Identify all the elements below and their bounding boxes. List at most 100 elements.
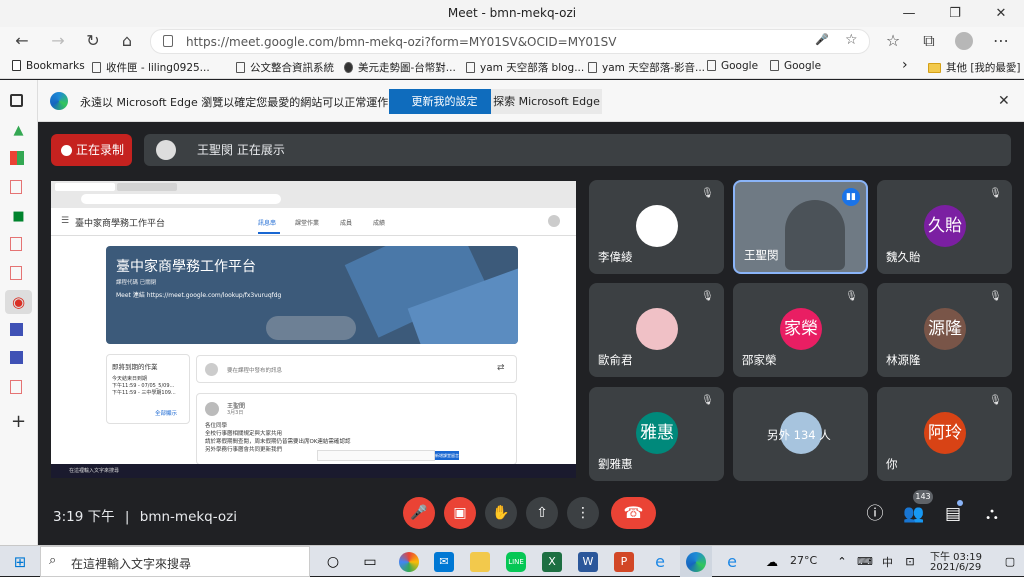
participant-name: 你 bbox=[886, 457, 898, 471]
bookmark-item[interactable]: 公文整合資訊系統 bbox=[236, 60, 334, 75]
ime-indicator[interactable]: 中 bbox=[882, 554, 893, 570]
photos-icon[interactable] bbox=[10, 151, 24, 165]
bookmarks-overflow-icon[interactable]: › bbox=[902, 57, 908, 73]
add-icon[interactable]: + bbox=[10, 413, 27, 431]
meet-icon[interactable]: ■ bbox=[10, 208, 27, 225]
end-call-icon[interactable]: ☎ bbox=[611, 497, 656, 529]
forms-icon[interactable] bbox=[10, 351, 23, 364]
explore-edge-button[interactable]: 探索 Microsoft Edge bbox=[491, 89, 602, 114]
meeting-code: bmn-mekq-ozi bbox=[139, 509, 237, 525]
tab-actions-icon[interactable] bbox=[10, 94, 23, 107]
participant-tile[interactable]: 久貽 🎙 魏久貽 bbox=[877, 180, 1012, 274]
participant-avatar: 家榮 bbox=[780, 308, 822, 350]
excel-icon[interactable]: X bbox=[542, 552, 562, 572]
minimize-button[interactable]: — bbox=[886, 0, 932, 27]
cortana-icon[interactable]: ○ bbox=[323, 552, 343, 572]
network-icon[interactable]: ⌨ bbox=[855, 552, 875, 572]
banner-message: 永遠以 Microsoft Edge 瀏覽以確定您最愛的網站可以正常運作 bbox=[80, 96, 389, 109]
participant-tile[interactable]: 雅惠 🎙 劉雅惠 bbox=[589, 387, 724, 481]
edge-taskbar-icon[interactable] bbox=[686, 552, 706, 572]
collections-icon[interactable]: ⧉ bbox=[918, 30, 940, 52]
bookmark-item[interactable]: Bookmarks bbox=[12, 60, 85, 72]
classroom-tab: 課堂作業 bbox=[295, 220, 320, 227]
drive-icon[interactable]: ▲ bbox=[10, 122, 27, 139]
meeting-details-icon[interactable]: ⓘ bbox=[863, 502, 887, 526]
tray-chevron-icon[interactable]: ⌃ bbox=[832, 552, 852, 572]
participant-tile[interactable]: 阿玲 🎙 你 bbox=[877, 387, 1012, 481]
upcoming-card: 即將到期的作業 今天結束日到期 下午11:59 - 07/05_5/09... … bbox=[106, 354, 190, 424]
bookmark-item[interactable]: yam 天空部落-影音... bbox=[588, 60, 705, 75]
task-view-icon[interactable]: ▭ bbox=[360, 552, 380, 572]
forward-icon[interactable]: → bbox=[47, 30, 69, 52]
bookmark-item[interactable]: Google bbox=[707, 60, 758, 72]
close-banner-icon[interactable]: ✕ bbox=[998, 93, 1010, 109]
activities-icon[interactable]: ⛬ bbox=[980, 502, 1004, 526]
reload-icon[interactable]: ↻ bbox=[82, 30, 104, 52]
more-menu-icon[interactable]: ⋯ bbox=[990, 30, 1012, 52]
classroom-header: ☰ 臺中家商學務工作平台 訊息串 課堂作業 成員 成績 bbox=[51, 208, 576, 236]
people-icon[interactable]: 👥 bbox=[902, 502, 926, 526]
participant-tile[interactable]: ▮▮ 王聖閔 bbox=[733, 180, 868, 274]
separator: | bbox=[124, 509, 130, 525]
weather-icon[interactable]: ☁ bbox=[762, 552, 782, 572]
class-banner: 臺中家商學務工作平台 課程代碼 已關閉 Meet 連結 https://meet… bbox=[106, 246, 518, 344]
line-icon[interactable]: LINE bbox=[506, 552, 526, 572]
profile-avatar[interactable] bbox=[955, 32, 973, 50]
internet-explorer-icon[interactable]: e bbox=[722, 552, 742, 572]
forms-icon[interactable] bbox=[10, 323, 23, 336]
input-method-icon[interactable]: ⊡ bbox=[900, 552, 920, 572]
participant-tile[interactable]: 另外 134 人 bbox=[733, 387, 868, 481]
close-window-button[interactable]: ✕ bbox=[978, 0, 1024, 27]
internet-explorer-icon[interactable]: e bbox=[650, 552, 670, 572]
raise-hand-icon[interactable]: ✋ bbox=[485, 497, 517, 529]
pdf-icon[interactable] bbox=[10, 380, 22, 394]
shared-screen: ☰ 臺中家商學務工作平台 訊息串 課堂作業 成員 成績 臺中家商學務工作平台 課… bbox=[51, 181, 576, 478]
clock-date[interactable]: 2021/6/29 bbox=[930, 562, 981, 573]
windows-start-icon[interactable]: ⊞ bbox=[10, 552, 30, 572]
back-icon[interactable]: ← bbox=[11, 30, 33, 52]
meet-stage: 正在录制 王聖閔 正在展示 ☰ 臺中家商學務工作平台 訊息串 課堂作業 成員 成… bbox=[38, 122, 1024, 545]
more-options-icon[interactable]: ⋮ bbox=[567, 497, 599, 529]
clock-time[interactable]: 下午 03:19 bbox=[930, 548, 982, 563]
participant-tile[interactable]: 家榮 🎙 邵家榮 bbox=[733, 283, 868, 377]
recording-indicator[interactable]: 正在录制 bbox=[51, 134, 132, 166]
notification-icon[interactable]: ▢ bbox=[1000, 552, 1020, 572]
other-favorites-folder[interactable]: 其他 [我的最愛] bbox=[928, 60, 1021, 75]
mail-icon[interactable]: ✉ bbox=[434, 552, 454, 572]
address-field[interactable]: https://meet.google.com/bmn-mekq-ozi?for… bbox=[150, 29, 870, 54]
participant-name: 劉雅惠 bbox=[598, 457, 633, 471]
home-icon[interactable]: ⌂ bbox=[116, 30, 138, 52]
taskbar-search[interactable]: ⌕ 在這裡輸入文字來搜尋 bbox=[40, 546, 310, 577]
microphone-icon[interactable]: 🎤 bbox=[815, 33, 829, 46]
word-icon[interactable]: W bbox=[578, 552, 598, 572]
bookmark-item[interactable]: yam 天空部落 blog... bbox=[466, 60, 584, 75]
participant-tile[interactable]: 源隆 🎙 林源隆 bbox=[877, 283, 1012, 377]
restore-button[interactable]: ❐ bbox=[932, 0, 978, 27]
pdf-icon[interactable] bbox=[10, 266, 22, 280]
url-text[interactable]: https://meet.google.com/bmn-mekq-ozi?for… bbox=[186, 35, 617, 49]
participant-tile[interactable]: 🎙 歐俞君 bbox=[589, 283, 724, 377]
pdf-icon[interactable] bbox=[10, 180, 22, 194]
pdf-icon[interactable] bbox=[10, 237, 22, 251]
chrome-icon[interactable] bbox=[399, 552, 419, 572]
shared-taskbar-text: 在這裡輸入文字來搜尋 bbox=[69, 468, 120, 474]
add-favorite-icon[interactable]: ☆ bbox=[845, 32, 858, 48]
muted-mic-icon: 🎙 bbox=[701, 291, 714, 302]
file-explorer-icon[interactable] bbox=[470, 552, 490, 572]
update-settings-button[interactable]: 更新我的設定 bbox=[389, 89, 500, 114]
record-dot-icon bbox=[61, 145, 72, 156]
bookmark-item[interactable]: 美元走勢圖-台幣對... bbox=[344, 60, 456, 75]
participant-name: 邵家榮 bbox=[742, 353, 777, 367]
participant-name: 魏久貽 bbox=[886, 250, 921, 264]
weather-temperature[interactable]: 27°C bbox=[790, 554, 817, 567]
camera-off-icon[interactable]: ▣ bbox=[444, 497, 476, 529]
participant-tile[interactable]: 🎙 李偉綾 bbox=[589, 180, 724, 274]
microphone-off-icon[interactable]: 🎤 bbox=[403, 497, 435, 529]
recording-label: 正在录制 bbox=[76, 143, 125, 157]
bookmark-item[interactable]: Google bbox=[770, 60, 821, 72]
powerpoint-icon[interactable]: P bbox=[614, 552, 634, 572]
favorites-icon[interactable]: ☆ bbox=[882, 30, 904, 52]
present-screen-icon[interactable]: ⇧ bbox=[526, 497, 558, 529]
record-icon[interactable]: ◉ bbox=[10, 294, 27, 311]
bookmark-item[interactable]: 收件匣 - liling0925... bbox=[92, 60, 210, 75]
